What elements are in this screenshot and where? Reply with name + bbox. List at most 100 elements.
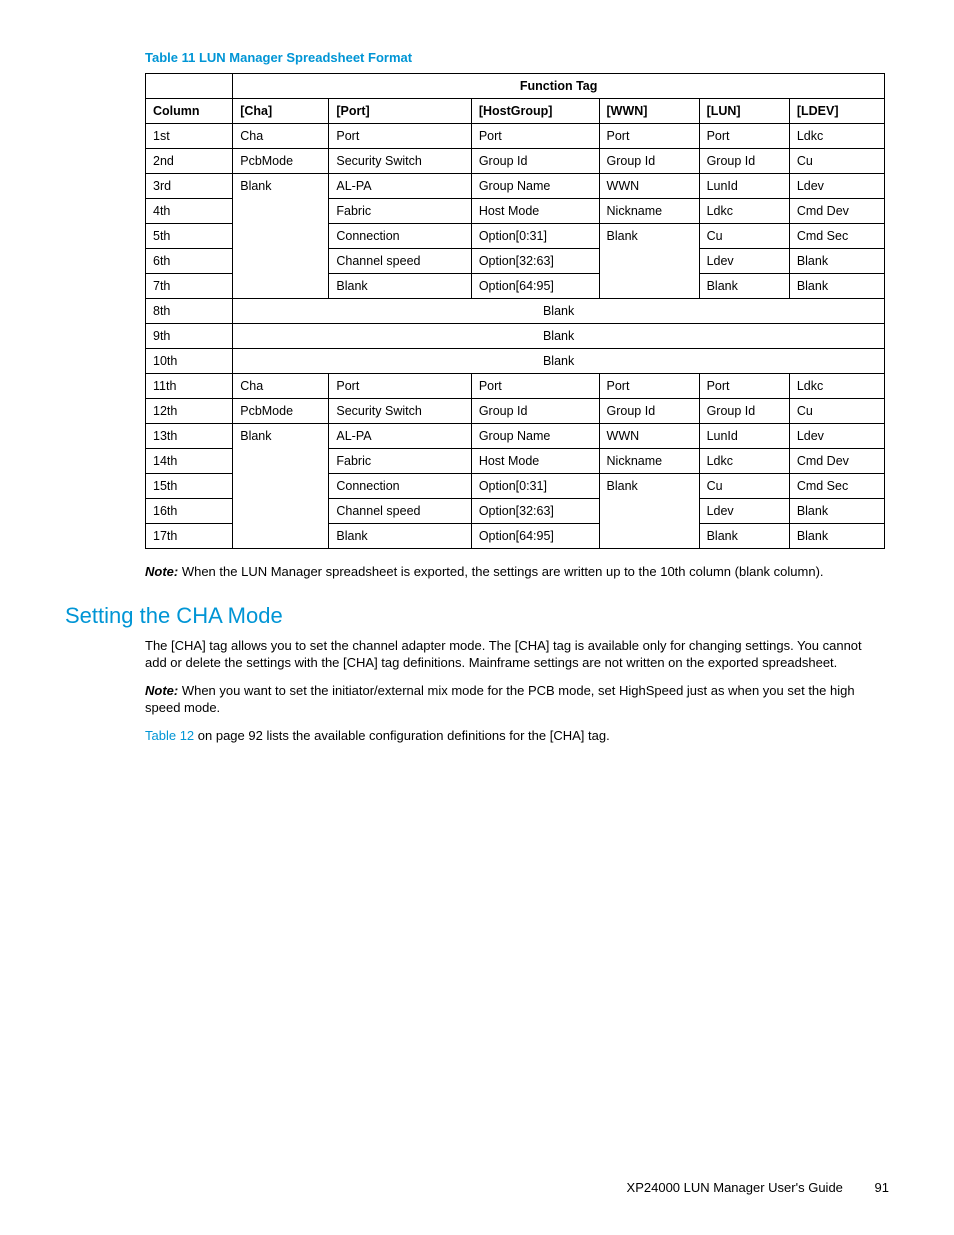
- cell: Blank: [699, 524, 789, 549]
- cell: Option[64:95]: [471, 524, 599, 549]
- table-row: 13th Blank AL-PA Group Name WWN LunId Ld…: [146, 424, 885, 449]
- table-row: 3rd Blank AL-PA Group Name WWN LunId Lde…: [146, 174, 885, 199]
- table-row: 12th PcbMode Security Switch Group Id Gr…: [146, 399, 885, 424]
- cell: Group Name: [471, 424, 599, 449]
- para-cha-description: The [CHA] tag allows you to set the chan…: [145, 637, 885, 672]
- cell: 13th: [146, 424, 233, 449]
- col-header-column-blank: [146, 74, 233, 99]
- cell: 16th: [146, 499, 233, 524]
- cell: Cmd Sec: [789, 474, 884, 499]
- cell: Channel speed: [329, 499, 471, 524]
- cell: Ldev: [699, 249, 789, 274]
- cell: Cu: [699, 224, 789, 249]
- para-table12-reference: Table 12 on page 92 lists the available …: [145, 727, 885, 745]
- cell: Port: [599, 374, 699, 399]
- col-header-port: [Port]: [329, 99, 471, 124]
- cell: 1st: [146, 124, 233, 149]
- note-1: Note: When the LUN Manager spreadsheet i…: [145, 563, 885, 581]
- cell: Option[32:63]: [471, 499, 599, 524]
- cell: 5th: [146, 224, 233, 249]
- cell: Group Id: [699, 149, 789, 174]
- cell: PcbMode: [233, 399, 329, 424]
- cell: LunId: [699, 174, 789, 199]
- cell: Cmd Sec: [789, 224, 884, 249]
- cell: 6th: [146, 249, 233, 274]
- cell: Port: [329, 374, 471, 399]
- function-tag-header: Function Tag: [233, 74, 885, 99]
- note-2: Note: When you want to set the initiator…: [145, 682, 885, 717]
- cell: Option[0:31]: [471, 224, 599, 249]
- cell: 4th: [146, 199, 233, 224]
- cell-merged: Blank: [599, 474, 699, 549]
- note-text: When the LUN Manager spreadsheet is expo…: [178, 564, 823, 579]
- cell: Blank: [789, 249, 884, 274]
- table-caption: Table 11 LUN Manager Spreadsheet Format: [145, 50, 889, 65]
- section-heading-cha-mode: Setting the CHA Mode: [65, 603, 889, 629]
- cell: Blank: [789, 499, 884, 524]
- note-text: When you want to set the initiator/exter…: [145, 683, 855, 716]
- cell-merged: Blank: [233, 299, 885, 324]
- cell: Connection: [329, 224, 471, 249]
- cell: Ldev: [699, 499, 789, 524]
- cell: Option[32:63]: [471, 249, 599, 274]
- table-row: 8th Blank: [146, 299, 885, 324]
- cell: Port: [599, 124, 699, 149]
- cell: WWN: [599, 424, 699, 449]
- cell: AL-PA: [329, 174, 471, 199]
- cell: 10th: [146, 349, 233, 374]
- cell: Group Id: [699, 399, 789, 424]
- cell: Cu: [699, 474, 789, 499]
- cell-merged: Blank: [233, 324, 885, 349]
- page-footer: XP24000 LUN Manager User's Guide 91: [627, 1180, 889, 1195]
- cell: 17th: [146, 524, 233, 549]
- cell: Blank: [329, 524, 471, 549]
- cell: Cha: [233, 374, 329, 399]
- cell: Option[0:31]: [471, 474, 599, 499]
- cell: Ldev: [789, 424, 884, 449]
- cell: Nickname: [599, 449, 699, 474]
- table-row: 10th Blank: [146, 349, 885, 374]
- cell-merged: Blank: [233, 174, 329, 299]
- cell: Ldkc: [789, 374, 884, 399]
- cell: 12th: [146, 399, 233, 424]
- cell: Blank: [699, 274, 789, 299]
- table-12-link[interactable]: Table 12: [145, 728, 194, 743]
- cell: Security Switch: [329, 149, 471, 174]
- cell: Cmd Dev: [789, 199, 884, 224]
- cell: Cu: [789, 149, 884, 174]
- cell: 15th: [146, 474, 233, 499]
- cell: Security Switch: [329, 399, 471, 424]
- col-header-cha: [Cha]: [233, 99, 329, 124]
- cell: 7th: [146, 274, 233, 299]
- table-header-row-1: Function Tag: [146, 74, 885, 99]
- cell: WWN: [599, 174, 699, 199]
- cell: Port: [699, 374, 789, 399]
- cell: Ldkc: [699, 199, 789, 224]
- cell: Nickname: [599, 199, 699, 224]
- cell: Blank: [329, 274, 471, 299]
- cell: Host Mode: [471, 449, 599, 474]
- cell: Group Id: [599, 149, 699, 174]
- cell-merged: Blank: [233, 349, 885, 374]
- cell: Blank: [789, 274, 884, 299]
- cell: 3rd: [146, 174, 233, 199]
- cell: Group Name: [471, 174, 599, 199]
- cell: PcbMode: [233, 149, 329, 174]
- lun-manager-table: Function Tag Column [Cha] [Port] [HostGr…: [145, 73, 885, 549]
- cell: AL-PA: [329, 424, 471, 449]
- cell: Channel speed: [329, 249, 471, 274]
- cell: Connection: [329, 474, 471, 499]
- cell: Port: [471, 124, 599, 149]
- table-row: 11th Cha Port Port Port Port Ldkc: [146, 374, 885, 399]
- cell-merged: Blank: [233, 424, 329, 549]
- cell: Port: [471, 374, 599, 399]
- cell: 11th: [146, 374, 233, 399]
- note-label: Note:: [145, 564, 178, 579]
- cell: Group Id: [599, 399, 699, 424]
- table-row: 9th Blank: [146, 324, 885, 349]
- col-header-column: Column: [146, 99, 233, 124]
- cell: Ldev: [789, 174, 884, 199]
- col-header-lun: [LUN]: [699, 99, 789, 124]
- cell: Cmd Dev: [789, 449, 884, 474]
- col-header-hostgroup: [HostGroup]: [471, 99, 599, 124]
